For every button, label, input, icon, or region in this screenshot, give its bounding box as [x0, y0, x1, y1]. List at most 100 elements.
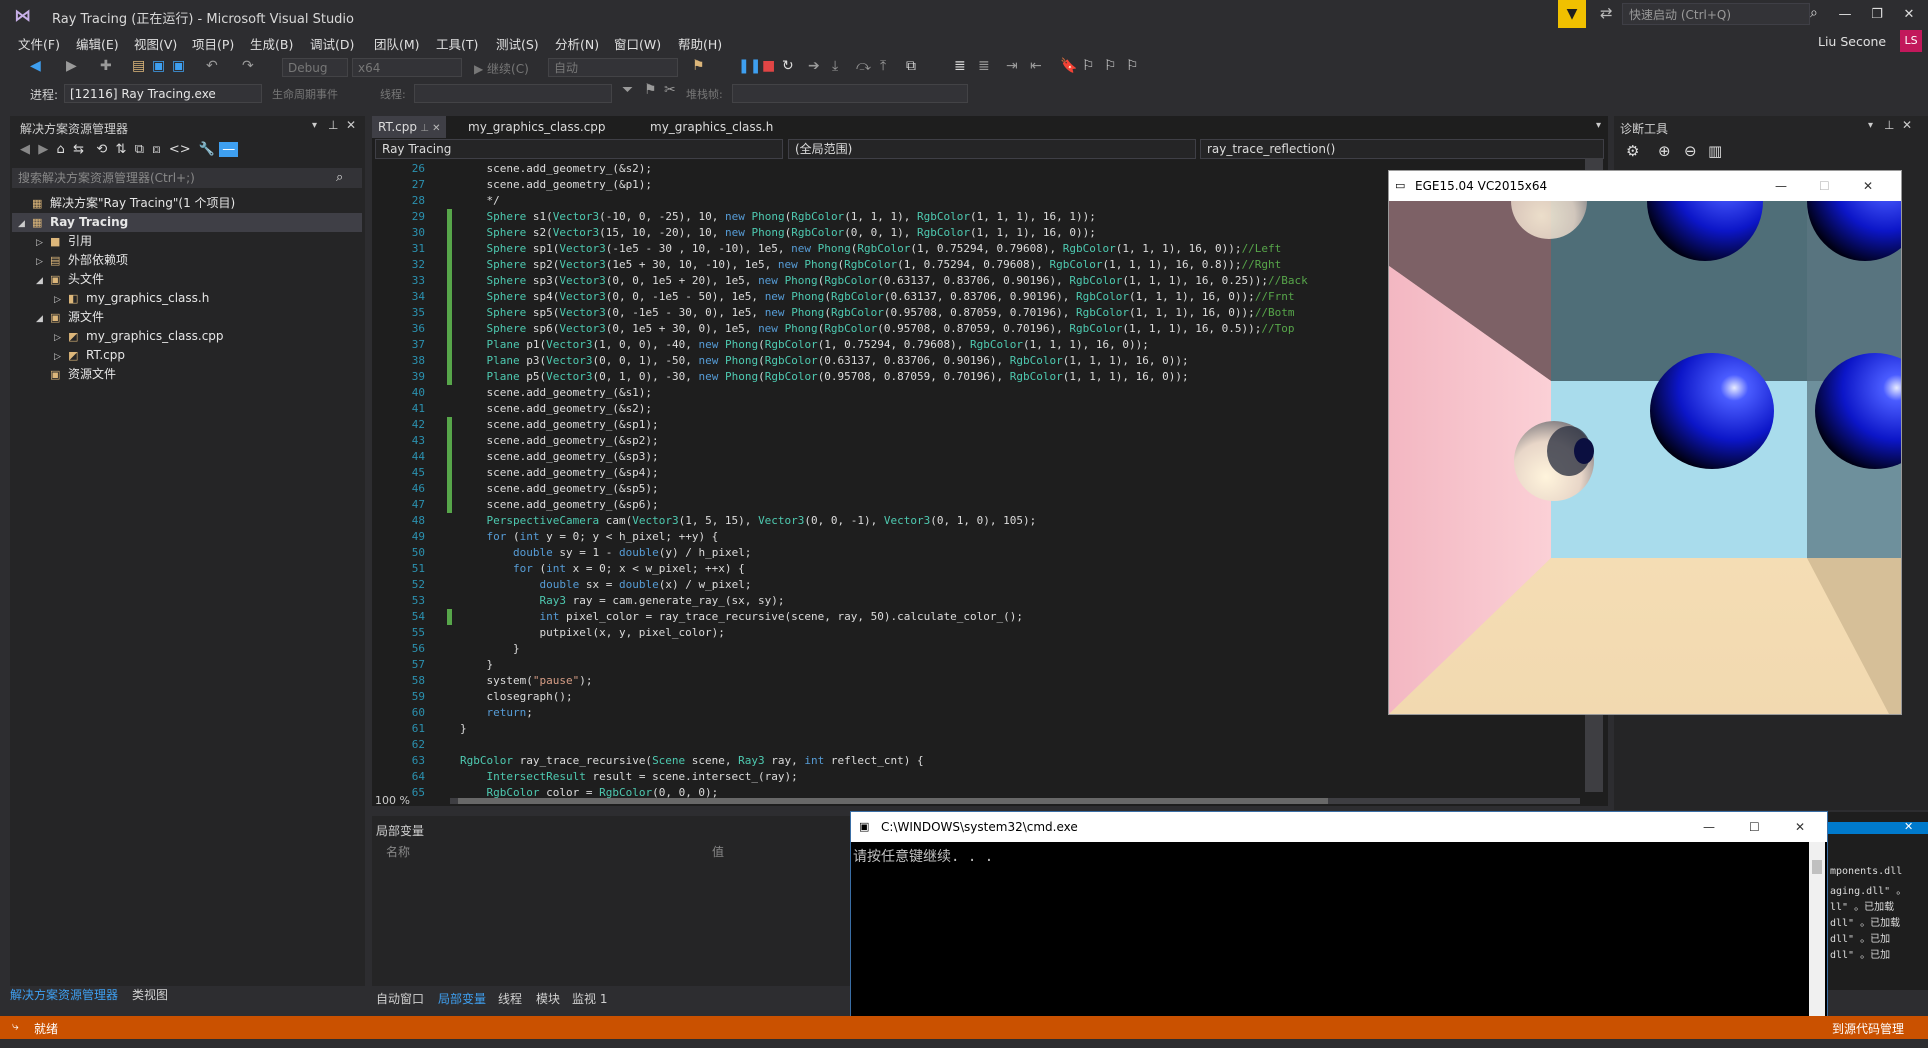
menu-item[interactable]: 工具(T): [436, 34, 478, 53]
menu-item[interactable]: 项目(P): [192, 34, 234, 53]
code-line[interactable]: return;: [460, 705, 533, 721]
tree-item[interactable]: ▷ ◩ RT.cpp: [12, 346, 362, 365]
locals-column-value[interactable]: 值: [712, 843, 724, 860]
new-project-icon[interactable]: ✚: [100, 58, 112, 74]
code-line[interactable]: Ray3 ray = cam.generate_ray_(sx, sy);: [460, 593, 784, 609]
source-control-button[interactable]: 到源代码管理: [1832, 1020, 1904, 1037]
step-out-icon[interactable]: ⤒: [880, 58, 886, 74]
scope-nav-dropdown[interactable]: (全局范围): [788, 139, 1196, 159]
maximize-button[interactable]: ❐: [1862, 3, 1892, 27]
menu-item[interactable]: 视图(V): [134, 34, 177, 53]
tab-graphics-h[interactable]: my_graphics_class.h: [644, 116, 779, 138]
lifecycle-events-button[interactable]: 生命周期事件: [272, 86, 338, 102]
close-button[interactable]: ✕: [1795, 812, 1805, 842]
comment-icon[interactable]: ≣: [954, 58, 966, 74]
code-line[interactable]: scene.add_geometry_(&sp1);: [460, 417, 658, 433]
close-pane-icon[interactable]: ✕: [1902, 118, 1912, 132]
collapse-all-icon[interactable]: ⧉: [135, 142, 144, 157]
code-line[interactable]: Plane p5(Vector3(0, 1, 0), -30, new Phon…: [460, 369, 1189, 385]
tab-graphics-cpp[interactable]: my_graphics_class.cpp: [462, 116, 612, 138]
show-all-files-icon[interactable]: ⧈: [152, 142, 160, 157]
switch-views-icon[interactable]: ⇆: [73, 142, 84, 157]
settings-gear-icon[interactable]: ⚙: [1626, 142, 1639, 160]
clear-bookmarks-icon[interactable]: ⚐: [1126, 58, 1139, 74]
code-line[interactable]: scene.add_geometry_(&sp4);: [460, 465, 658, 481]
code-line[interactable]: Plane p1(Vector3(1, 0, 0), -40, new Phon…: [460, 337, 1149, 353]
editor-horizontal-scrollbar[interactable]: [450, 798, 1580, 804]
pane-menu-icon[interactable]: ▾: [312, 120, 317, 131]
close-pane-icon[interactable]: ✕: [346, 118, 356, 132]
code-line[interactable]: scene.add_geometry_(&s2);: [460, 401, 652, 417]
close-button[interactable]: ✕: [1894, 3, 1924, 27]
code-line[interactable]: closegraph();: [460, 689, 572, 705]
filter-icon[interactable]: ⏷: [622, 82, 633, 98]
code-line[interactable]: double sy = 1 - double(y) / h_pixel;: [460, 545, 751, 561]
project-nav-dropdown[interactable]: Ray Tracing: [375, 139, 783, 159]
code-line[interactable]: scene.add_geometry_(&sp5);: [460, 481, 658, 497]
view-code-icon[interactable]: <>: [169, 142, 191, 157]
menu-item[interactable]: 分析(N): [555, 34, 599, 53]
scrollbar-thumb[interactable]: [1812, 860, 1822, 874]
thread-dropdown[interactable]: [414, 84, 612, 103]
save-all-icon[interactable]: ▣: [172, 58, 185, 74]
code-line[interactable]: PerspectiveCamera cam(Vector3(1, 5, 15),…: [460, 513, 1037, 529]
tree-item[interactable]: ▷ ◧ my_graphics_class.h: [12, 289, 362, 308]
bottom-tab[interactable]: 解决方案资源管理器: [10, 986, 118, 1003]
tab-rt-cpp[interactable]: RT.cpp ⊥ ✕: [372, 116, 447, 138]
undo-icon[interactable]: ↶: [206, 58, 218, 74]
back-icon[interactable]: ◀: [20, 142, 30, 157]
properties-icon[interactable]: 🔧: [199, 142, 215, 157]
code-line[interactable]: Plane p3(Vector3(0, 0, 1), -50, new Phon…: [460, 353, 1189, 369]
code-line[interactable]: Sphere sp5(Vector3(0, -1e5 - 30, 0), 1e5…: [460, 305, 1295, 321]
preview-icon[interactable]: —: [219, 142, 239, 157]
code-line[interactable]: Sphere sp2(Vector3(1e5 + 30, 10, -10), 1…: [460, 257, 1282, 273]
maximize-button[interactable]: ☐: [1749, 812, 1760, 842]
forward-icon[interactable]: ▶: [66, 58, 77, 74]
show-next-statement-icon[interactable]: ➔: [808, 58, 820, 74]
minimize-button[interactable]: —: [1703, 812, 1715, 842]
code-line[interactable]: Sphere sp3(Vector3(0, 0, 1e5 + 20), 1e5,…: [460, 273, 1308, 289]
solution-search-input[interactable]: 搜索解决方案资源管理器(Ctrl+;): [12, 168, 362, 188]
bottom-tab[interactable]: 类视图: [132, 986, 168, 1003]
menu-item[interactable]: 团队(M): [374, 34, 420, 53]
bottom-tab[interactable]: 线程: [498, 990, 522, 1007]
code-line[interactable]: RgbColor ray_trace_recursive(Scene scene…: [460, 753, 924, 769]
code-line[interactable]: scene.add_geometry_(&p1);: [460, 177, 652, 193]
pin-icon[interactable]: ⊥: [328, 118, 338, 132]
stack-frame-dropdown[interactable]: [732, 84, 968, 103]
clear-flags-icon[interactable]: ✂: [664, 82, 676, 98]
scrollbar-thumb[interactable]: [458, 798, 1328, 804]
auto-dropdown[interactable]: 自动: [548, 58, 678, 77]
code-line[interactable]: Sphere sp4(Vector3(0, 0, -1e5 - 50), 1e5…: [460, 289, 1295, 305]
bottom-tab[interactable]: 自动窗口: [376, 990, 424, 1007]
tree-item[interactable]: ▷ ◩ my_graphics_class.cpp: [12, 327, 362, 346]
pending-changes-icon[interactable]: ⟲: [96, 142, 107, 157]
avatar[interactable]: LS: [1900, 30, 1922, 52]
bottom-tab[interactable]: 模块: [536, 990, 560, 1007]
cmd-title-bar[interactable]: ▣ C:\WINDOWS\system32\cmd.exe — ☐ ✕: [851, 812, 1827, 842]
code-line[interactable]: scene.add_geometry_(&s2);: [460, 161, 652, 177]
menu-item[interactable]: 窗口(W): [614, 34, 661, 53]
code-line[interactable]: int pixel_color = ray_trace_recursive(sc…: [460, 609, 1022, 625]
code-line[interactable]: }: [460, 641, 520, 657]
ege-render-window[interactable]: ▭ EGE15.04 VC2015x64 — ☐ ✕: [1388, 170, 1902, 715]
minimize-button[interactable]: —: [1830, 3, 1860, 27]
pane-menu-icon[interactable]: ▾: [1868, 120, 1873, 131]
code-line[interactable]: Sphere s2(Vector3(15, 10, -20), 10, new …: [460, 225, 1096, 241]
flag-threads-icon[interactable]: ⚑: [644, 82, 657, 98]
forward-icon[interactable]: ▶: [38, 142, 48, 157]
menu-item[interactable]: 调试(D): [310, 34, 354, 53]
home-icon[interactable]: ⌂: [57, 142, 65, 157]
continue-button[interactable]: ▶ 继续(C): [474, 60, 529, 77]
reset-view-icon[interactable]: ▥: [1708, 142, 1722, 160]
menu-item[interactable]: 文件(F): [18, 34, 60, 53]
locals-column-name[interactable]: 名称: [386, 843, 410, 860]
close-pane-icon[interactable]: ✕: [1904, 820, 1913, 833]
tree-item[interactable]: ▷ ▤ 外部依赖项: [12, 251, 362, 270]
step-into-icon[interactable]: ⤓: [832, 58, 838, 74]
back-icon[interactable]: ◀: [30, 58, 41, 74]
redo-icon[interactable]: ↷: [242, 58, 254, 74]
menu-item[interactable]: 帮助(H): [678, 34, 722, 53]
save-icon[interactable]: ▣: [152, 58, 165, 74]
function-nav-dropdown[interactable]: ray_trace_reflection(): [1200, 139, 1604, 159]
